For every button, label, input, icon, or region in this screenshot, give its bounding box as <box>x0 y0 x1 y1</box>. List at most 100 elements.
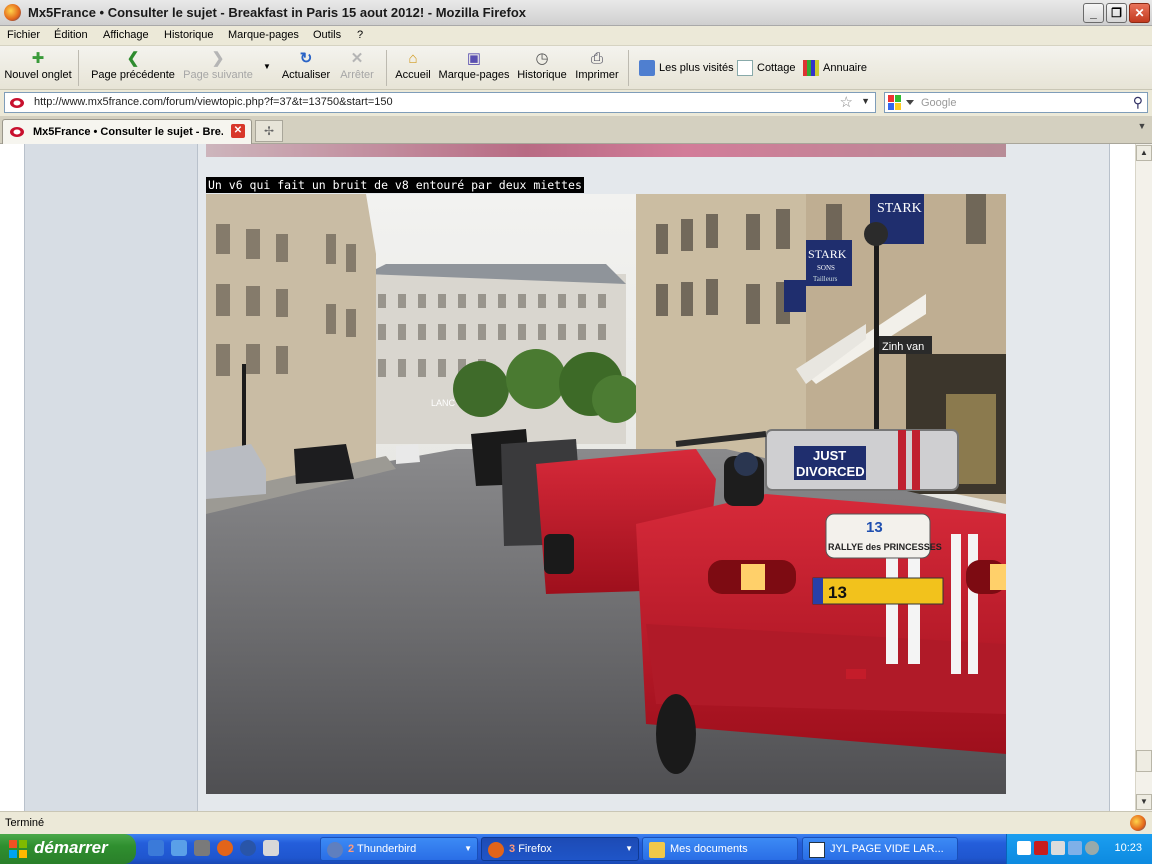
menu-help[interactable]: ? <box>357 29 363 41</box>
reload-label: Actualiser <box>281 69 331 81</box>
toolbar-separator <box>78 50 79 86</box>
menu-fichier[interactable]: Fichier <box>7 29 40 41</box>
back-button[interactable]: ❮ Page précédente <box>90 48 176 88</box>
home-label: Accueil <box>395 69 431 81</box>
reload-icon: ↻ <box>299 50 313 67</box>
home-button[interactable]: ⌂ Accueil <box>394 48 432 88</box>
task-thunderbird[interactable]: 2 Thunderbird ▼ <box>320 837 478 861</box>
menu-outils[interactable]: Outils <box>313 29 341 41</box>
new-tab-button[interactable]: ✚ Nouvel onglet <box>3 48 73 88</box>
forward-arrow-icon: ❯ <box>211 50 225 67</box>
chevron-down-icon: ▼ <box>464 844 472 853</box>
menu-marque-pages[interactable]: Marque-pages <box>228 29 299 41</box>
bookmark-most-visited[interactable]: Les plus visités <box>639 60 734 76</box>
bookmark-label: Annuaire <box>823 62 868 74</box>
bookmark-annuaire[interactable]: Annuaire <box>803 60 867 76</box>
title-bar: Mx5France • Consulter le sujet - Breakfa… <box>0 0 1152 26</box>
history-button[interactable]: ◷ Historique <box>516 48 568 88</box>
toolbar-separator <box>386 50 387 86</box>
printer-icon: ⎙ <box>590 50 603 67</box>
task-mes-documents[interactable]: Mes documents <box>642 837 798 861</box>
page-icon <box>737 60 753 76</box>
scroll-thumb[interactable] <box>1136 750 1152 772</box>
ie-quicklaunch-icon[interactable] <box>148 840 164 856</box>
restore-button[interactable]: ❐ <box>1106 3 1127 23</box>
paris-street-photo: LANC STARK STARK SONS Tailleurs Zinh van… <box>206 194 1006 794</box>
search-field[interactable]: Google ⚲ <box>884 92 1148 113</box>
bookmark-cottage[interactable]: Cottage <box>737 60 796 76</box>
case-text-just: JUST <box>813 448 846 463</box>
forward-button[interactable]: ❯ Page suivante <box>182 48 254 88</box>
page-right-margin <box>1109 144 1135 811</box>
volume-icon[interactable] <box>1051 841 1065 855</box>
task-word-document[interactable]: JYL PAGE VIDE LAR... <box>802 837 958 861</box>
notes-tray-icon[interactable] <box>1017 841 1031 855</box>
firefox-icon <box>488 842 504 858</box>
page-content: Un v6 qui fait un bruit de v8 entouré pa… <box>0 144 1135 811</box>
firefox-quicklaunch-icon[interactable] <box>217 840 233 856</box>
minimize-button[interactable]: _ <box>1083 3 1104 23</box>
scroll-up-button[interactable]: ▲ <box>1136 145 1152 161</box>
task-firefox[interactable]: 3 Firefox ▼ <box>481 837 639 861</box>
menu-edition[interactable]: Édition <box>54 29 88 41</box>
chevron-down-icon: ▼ <box>625 844 633 853</box>
close-button[interactable]: ✕ <box>1129 3 1150 23</box>
url-field[interactable]: http://www.mx5france.com/forum/viewtopic… <box>4 92 876 113</box>
windows-taskbar: démarrer 2 Thunderbird ▼ 3 Firefox ▼ Mes… <box>0 834 1152 864</box>
firefox-status-icon[interactable] <box>1130 815 1146 831</box>
reload-button[interactable]: ↻ Actualiser <box>280 48 332 88</box>
stop-button[interactable]: ✕ Arrêter <box>336 48 378 88</box>
address-bar-row: http://www.mx5france.com/forum/viewtopic… <box>0 90 1152 116</box>
url-text[interactable]: http://www.mx5france.com/forum/viewtopic… <box>34 96 393 108</box>
new-tab-plus-button[interactable]: ✢ <box>255 120 283 142</box>
outlook-quicklaunch-icon[interactable] <box>171 840 187 856</box>
google-engine-icon[interactable] <box>888 95 916 110</box>
bookmark-star-icon[interactable]: ☆ <box>840 93 853 111</box>
chevron-down-icon[interactable]: ▼ <box>861 96 870 106</box>
bookmark-label: Cottage <box>757 62 796 74</box>
directory-icon <box>803 60 819 76</box>
start-button[interactable]: démarrer <box>0 834 136 864</box>
firefox-icon <box>4 4 21 21</box>
site-favicon-icon <box>10 98 24 108</box>
clock: 10:23 <box>1114 842 1142 854</box>
bookmarks-button[interactable]: ▣ Marque-pages <box>437 48 511 88</box>
post-photo[interactable]: LANC STARK STARK SONS Tailleurs Zinh van… <box>206 194 1006 794</box>
sign-sons: SONS <box>817 264 835 272</box>
antivirus-tray-icon[interactable] <box>1034 841 1048 855</box>
menu-affichage[interactable]: Affichage <box>103 29 149 41</box>
folder-icon <box>649 842 665 858</box>
messenger-quicklaunch-icon[interactable] <box>263 840 279 856</box>
vertical-scrollbar[interactable]: ▲ ▼ <box>1135 144 1152 811</box>
close-tab-icon[interactable]: ✕ <box>231 124 245 138</box>
print-button[interactable]: ⎙ Imprimer <box>574 48 620 88</box>
tab-label: Mx5France • Consulter le sujet - Bre... <box>33 126 223 138</box>
task-label: Firefox <box>518 843 552 855</box>
menu-historique[interactable]: Historique <box>164 29 214 41</box>
search-icon[interactable]: ⚲ <box>1133 94 1143 111</box>
bookmark-label: Les plus visités <box>659 62 734 74</box>
forward-label: Page suivante <box>183 69 253 81</box>
scroll-down-button[interactable]: ▼ <box>1136 794 1152 810</box>
network-icon[interactable] <box>1068 841 1082 855</box>
print-label: Imprimer <box>575 69 619 81</box>
thunderbird-icon <box>327 842 343 858</box>
windows-logo-icon <box>9 840 27 858</box>
sign-stark-top: STARK <box>877 201 922 216</box>
previous-image-bottom <box>206 144 1006 157</box>
sign-stark: STARK <box>808 247 847 261</box>
task-count: 3 <box>509 843 516 855</box>
stop-label: Arrêter <box>340 69 374 81</box>
window-title: Mx5France • Consulter le sujet - Breakfa… <box>28 5 526 20</box>
page-left-margin <box>24 144 198 811</box>
update-tray-icon[interactable] <box>1085 841 1099 855</box>
status-bar: Terminé <box>0 811 1152 834</box>
tab-active[interactable]: Mx5France • Consulter le sujet - Bre... … <box>2 119 252 144</box>
tab-list-dropdown[interactable]: ▼ <box>1134 121 1150 139</box>
new-tab-icon: ✚ <box>31 50 45 67</box>
document-icon <box>809 842 825 858</box>
desktop-quicklaunch-icon[interactable] <box>194 840 210 856</box>
media-player-quicklaunch-icon[interactable] <box>240 840 256 856</box>
case-text-divorced: DIVORCED <box>796 464 865 479</box>
start-label: démarrer <box>34 838 108 857</box>
